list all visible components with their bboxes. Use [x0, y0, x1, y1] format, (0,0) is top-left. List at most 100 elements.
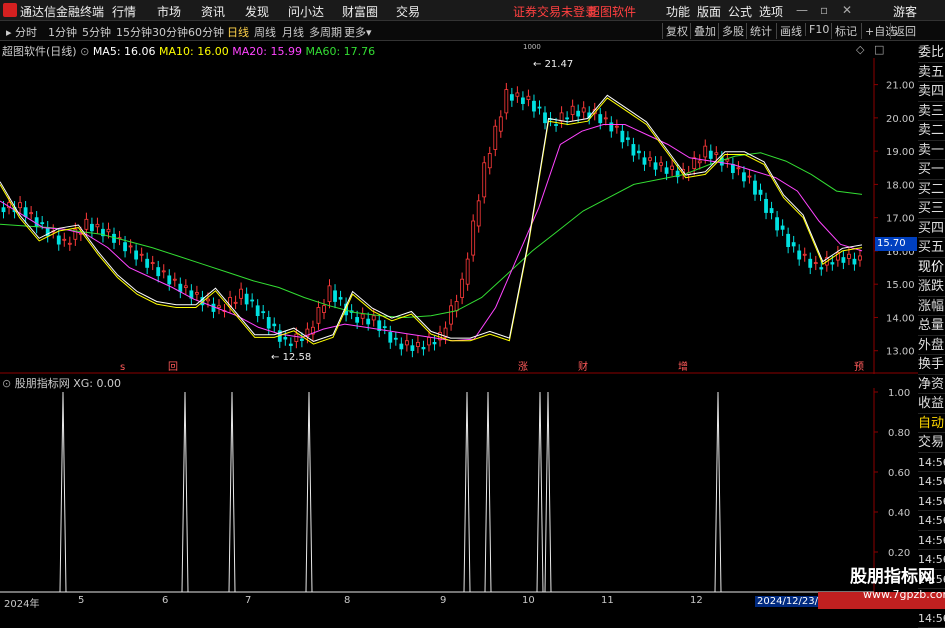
sidebar-item[interactable]: 净资 [918, 375, 945, 395]
menu-item-formula[interactable]: 公式 [728, 3, 752, 20]
candle-body [107, 229, 110, 231]
minimize-icon[interactable]: — [796, 3, 808, 17]
settings-icon[interactable]: ⊙ [80, 45, 89, 58]
sidebar-item[interactable]: 卖一 [918, 141, 945, 161]
quote-sidebar: 委比卖五卖四卖三卖二卖一买一买二买三买四买五现价涨跌涨幅总量外盘换手净资收益自动… [918, 43, 945, 628]
period-tab-60min[interactable]: 60分钟 [188, 24, 224, 40]
stats-button[interactable]: 统计 [746, 23, 775, 39]
event-marker[interactable]: 预 [854, 361, 864, 373]
menu-item-trade[interactable]: 交易 [396, 3, 420, 20]
back-button[interactable]: 返回 [890, 23, 919, 39]
low-label: ← 12.58 [271, 352, 311, 363]
trade-login-alert[interactable]: 证券交易未登录 [513, 3, 597, 20]
candle-body [195, 293, 198, 295]
period-tab-more[interactable]: 更多▾ [344, 24, 372, 40]
sidebar-item[interactable]: 总量 [918, 316, 945, 336]
candle-body [787, 234, 790, 246]
sidebar-item[interactable]: 卖三 [918, 102, 945, 122]
draw-line-button[interactable]: 画线 [776, 23, 805, 39]
adjust-button[interactable]: 复权 [662, 23, 691, 39]
menu-item-news[interactable]: 资讯 [201, 3, 225, 20]
candle-body [853, 259, 856, 264]
sidebar-item[interactable]: 买三 [918, 199, 945, 219]
sidebar-item[interactable]: 委比 [918, 43, 945, 63]
diamond-icon[interactable]: ◇ [856, 43, 864, 56]
candle-body [240, 289, 243, 298]
sidebar-item[interactable]: 外盘 [918, 336, 945, 356]
sidebar-item[interactable]: 涨跌 [918, 277, 945, 297]
user-label[interactable]: 游客 [893, 3, 917, 20]
menu-item-wealth[interactable]: 财富圈 [342, 3, 378, 20]
xg-tick-label: 0.40 [888, 508, 910, 519]
sidebar-item[interactable]: 买四 [918, 219, 945, 239]
period-tab-5min[interactable]: 5分钟 [82, 24, 111, 40]
period-tab-fenshi[interactable]: ▸ 分时 [6, 24, 37, 40]
candle-body [339, 297, 342, 299]
menu-item-function[interactable]: 功能 [666, 3, 690, 20]
candle-body [532, 101, 535, 111]
candle-body [571, 106, 574, 114]
sidebar-item[interactable]: 买二 [918, 180, 945, 200]
sidebar-item[interactable]: 涨幅 [918, 297, 945, 317]
sidebar-item[interactable]: 买一 [918, 160, 945, 180]
event-marker[interactable]: 涨 [518, 361, 528, 373]
event-marker[interactable]: 回 [168, 361, 178, 373]
period-tab-30min[interactable]: 30分钟 [152, 24, 188, 40]
candle-body [151, 263, 154, 264]
candle-body [803, 254, 806, 255]
period-tab-multi[interactable]: 多周期 [309, 24, 342, 40]
sidebar-item[interactable]: 现价 [918, 258, 945, 278]
tick-time: 14:56 [918, 511, 945, 531]
f10-button[interactable]: F10 [805, 23, 832, 36]
close-icon[interactable]: ✕ [842, 3, 852, 17]
candle-body [560, 113, 563, 121]
mark-button[interactable]: 标记 [831, 23, 860, 39]
menu-item-layout[interactable]: 版面 [697, 3, 721, 20]
candle-body [2, 208, 5, 212]
ma20-label: MA20: 15.99 [232, 45, 302, 58]
candle-body [96, 224, 99, 226]
candle-body [709, 151, 712, 158]
maximize-icon[interactable]: □ [874, 43, 884, 56]
auto-trade-label[interactable]: 交易 [918, 433, 945, 453]
sidebar-item[interactable]: 买五 [918, 238, 945, 258]
period-tab-daily[interactable]: 日线 [227, 24, 249, 40]
period-tab-1min[interactable]: 1分钟 [48, 24, 77, 40]
candle-body [505, 90, 508, 113]
event-marker[interactable]: s [120, 362, 125, 373]
menu-item-market[interactable]: 市场 [157, 3, 181, 20]
period-tab-15min[interactable]: 15分钟 [116, 24, 152, 40]
candle-body [57, 236, 60, 244]
event-marker[interactable]: 增 [678, 360, 688, 373]
menu-item-quotes[interactable]: 行情 [112, 3, 136, 20]
event-marker[interactable]: 财 [578, 360, 588, 373]
price-tick-label: 20.00 [886, 114, 915, 125]
sidebar-item[interactable]: 卖五 [918, 63, 945, 83]
date-axis-label: 9 [440, 595, 446, 606]
price-tick-label: 21.00 [886, 81, 915, 92]
restore-icon[interactable]: ▫ [820, 3, 828, 17]
candle-body [179, 284, 182, 291]
menu-item-options[interactable]: 选项 [759, 3, 783, 20]
sidebar-item[interactable]: 换手 [918, 355, 945, 375]
auto-trade-label[interactable]: 自动 [918, 414, 945, 434]
candle-body [24, 208, 27, 217]
candle-body [483, 163, 486, 197]
period-tab-weekly[interactable]: 周线 [254, 24, 276, 40]
candlestick-chart[interactable]: 21.0020.0019.0018.0017.0016.0015.0014.00… [0, 58, 918, 374]
candle-body [284, 337, 287, 339]
candle-body [218, 306, 221, 308]
overlay-button[interactable]: 叠加 [690, 23, 719, 39]
sidebar-item[interactable]: 卖二 [918, 121, 945, 141]
candle-body [289, 344, 292, 345]
sidebar-item[interactable]: 收益 [918, 394, 945, 414]
tick-time: 14:56 [918, 492, 945, 512]
sidebar-item[interactable]: 卖四 [918, 82, 945, 102]
multi-stock-button[interactable]: 多股 [718, 23, 747, 39]
stock-name-alert[interactable]: 超图软件 [588, 3, 636, 20]
xg-indicator-chart[interactable]: 1.000.800.600.400.20 [0, 388, 918, 594]
menu-item-ask[interactable]: 问小达 [288, 3, 324, 20]
menu-item-discover[interactable]: 发现 [245, 3, 269, 20]
date-axis-label: 7 [245, 595, 251, 606]
period-tab-monthly[interactable]: 月线 [282, 24, 304, 40]
